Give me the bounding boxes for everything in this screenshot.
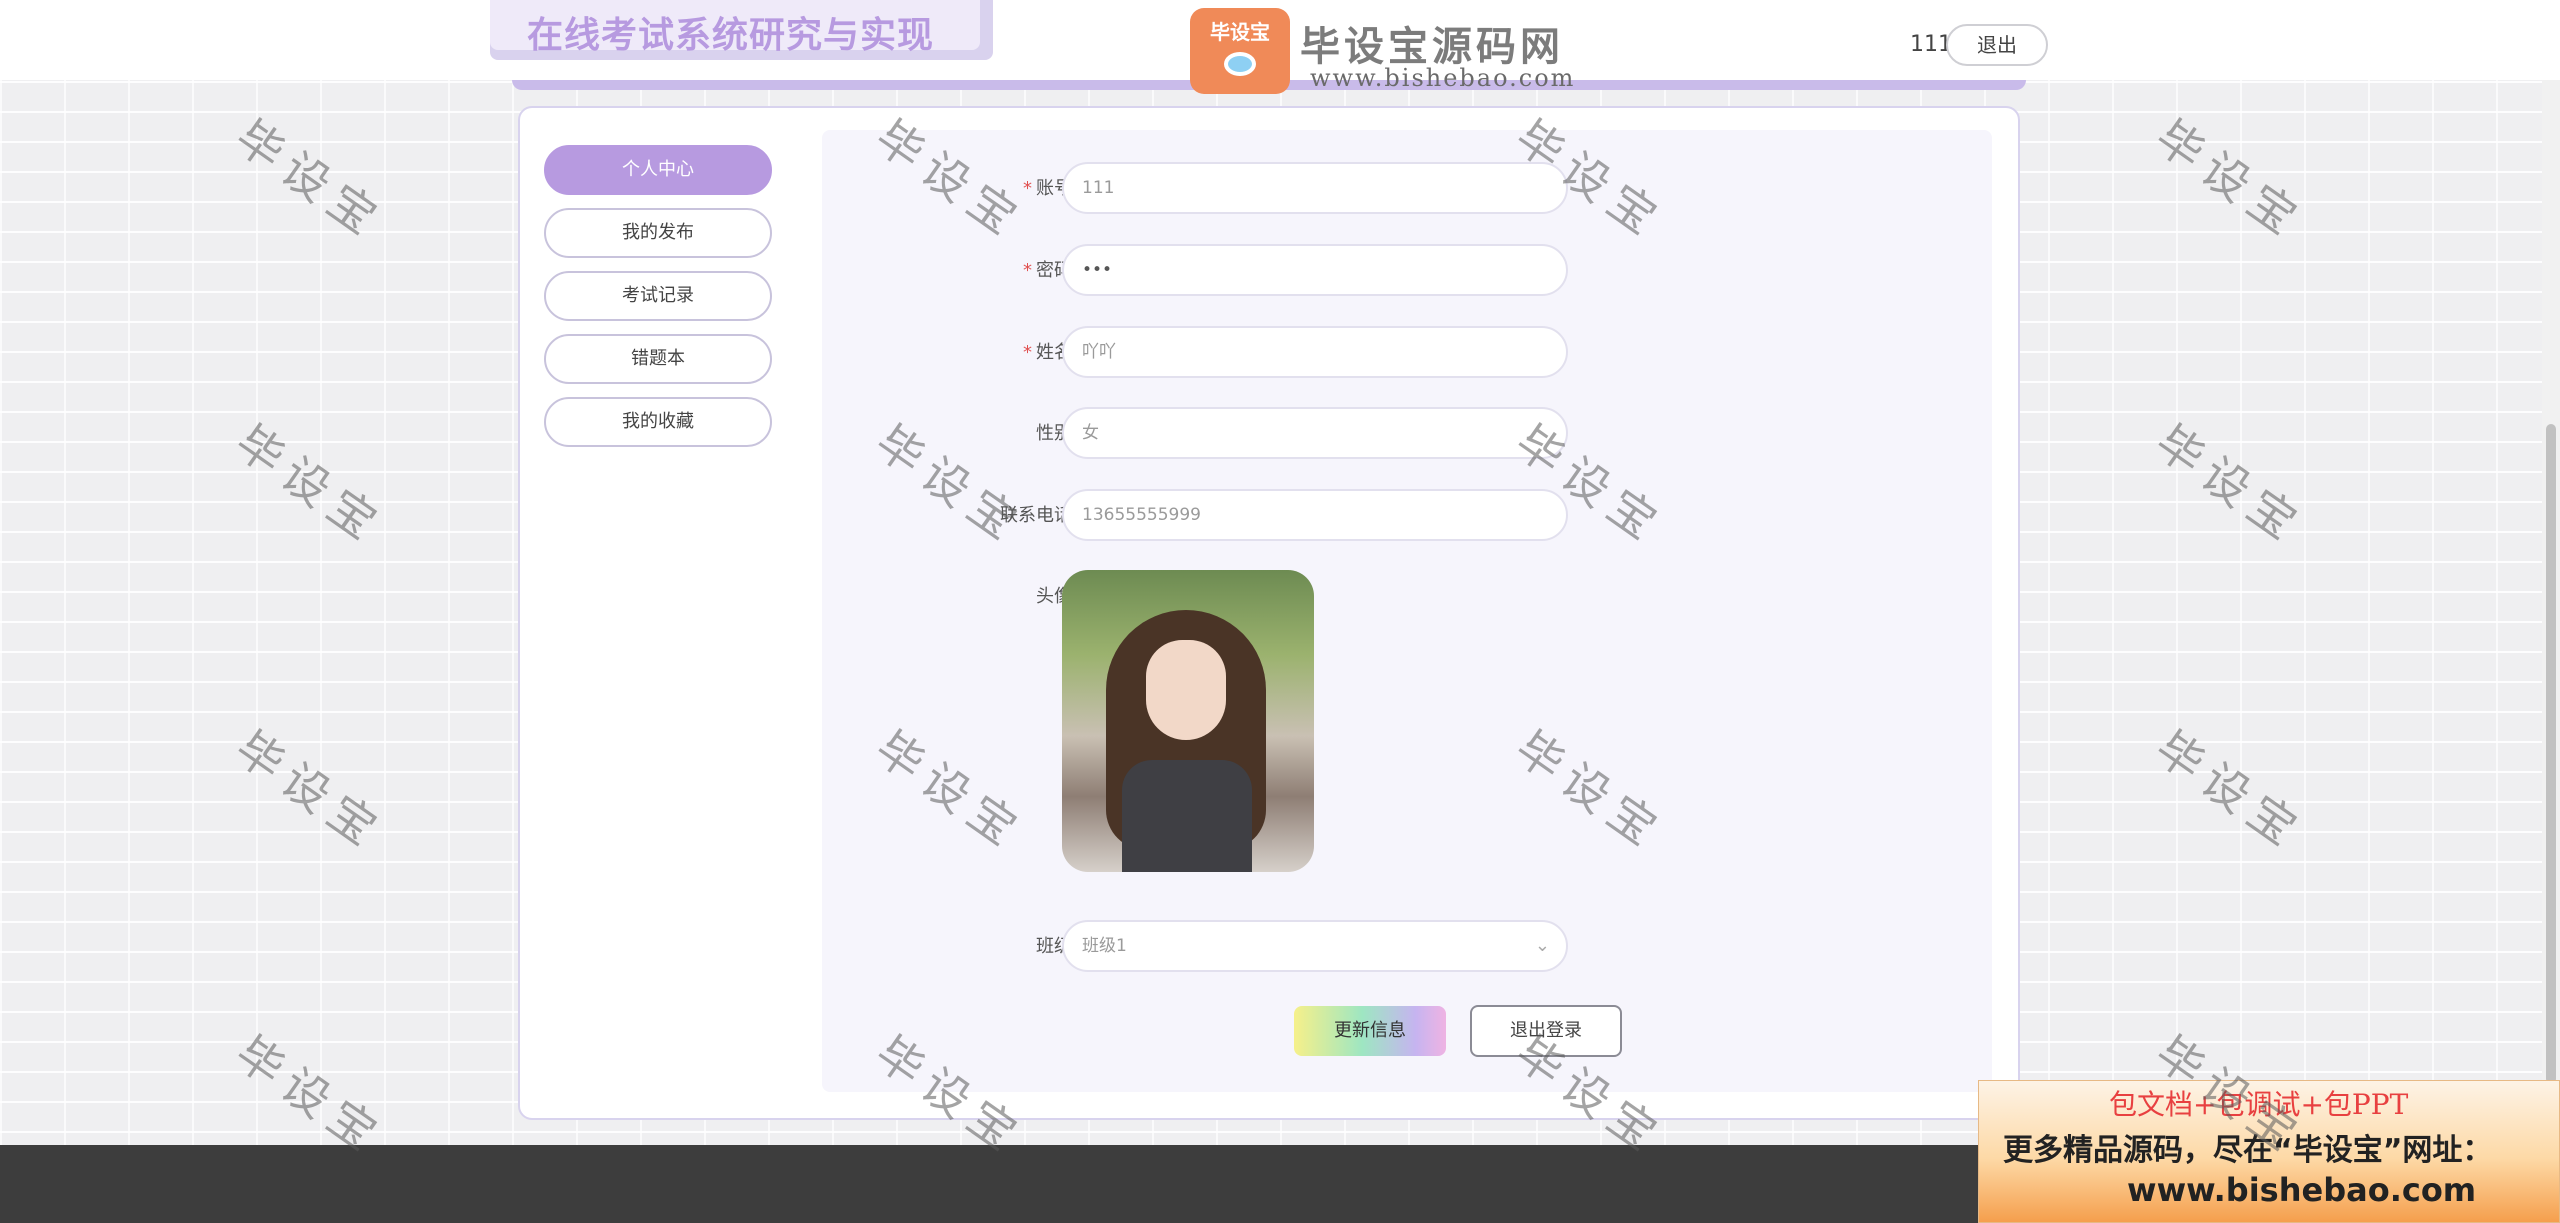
class-select[interactable]: 班级1 ⌄ — [1062, 920, 1568, 972]
update-info-button[interactable]: 更新信息 — [1294, 1006, 1446, 1056]
logo-url: www.bishebao.com — [1310, 64, 1576, 92]
sidebar-item-wrong-questions[interactable]: 错题本 — [544, 334, 772, 384]
form-row-name: * 姓名 吖吖 — [822, 326, 1992, 380]
phone-input[interactable]: 13655555999 — [1062, 489, 1568, 541]
avatar-image[interactable] — [1062, 570, 1314, 872]
sidebar-menu: 个人中心 我的发布 考试记录 错题本 我的收藏 — [544, 145, 772, 460]
sidebar-item-exam-records[interactable]: 考试记录 — [544, 271, 772, 321]
scrollbar-thumb[interactable] — [2546, 424, 2556, 1084]
site-title: 在线考试系统研究与实现 — [527, 15, 935, 56]
watermark: 毕设宝 — [2145, 720, 2315, 861]
profile-form: * 账号 111 * 密码 ••• * 姓名 吖吖 性别 女 联系电话 1365555… — [822, 130, 1992, 1092]
required-mark: * — [1023, 260, 1032, 281]
watermark: 毕设宝 — [225, 720, 395, 861]
sidebar-item-my-posts[interactable]: 我的发布 — [544, 208, 772, 258]
logo-badge-dot — [1224, 52, 1256, 76]
account-input[interactable]: 111 — [1062, 162, 1568, 214]
form-row-class: 班级 班级1 ⌄ — [822, 920, 1992, 974]
form-row-gender: 性别 女 — [822, 407, 1992, 461]
avatar-face — [1146, 640, 1226, 740]
class-select-value: 班级1 — [1082, 936, 1127, 956]
promo-banner[interactable]: 包文档+包调试+包PPT 更多精品源码，尽在“毕设宝”网址： www.bishe… — [1978, 1080, 2560, 1223]
watermark: 毕设宝 — [2145, 414, 2315, 555]
logo-badge-icon: 毕设宝 — [1190, 8, 1290, 94]
avatar-body — [1122, 760, 1252, 872]
page-scrollbar[interactable] — [2542, 0, 2560, 1145]
required-mark: * — [1023, 342, 1032, 363]
gender-input[interactable]: 女 — [1062, 407, 1568, 459]
form-row-phone: 联系电话 13655555999 — [822, 489, 1992, 543]
password-input[interactable]: ••• — [1062, 244, 1568, 296]
sidebar-item-personal-center[interactable]: 个人中心 — [544, 145, 772, 195]
form-row-account: * 账号 111 — [822, 162, 1992, 216]
promo-url: www.bishebao.com — [2127, 1171, 2477, 1209]
required-mark: * — [1023, 178, 1032, 199]
logo-badge-text: 毕设宝 — [1210, 20, 1270, 44]
chevron-down-icon: ⌄ — [1534, 935, 1550, 956]
form-row-avatar: 头像 — [822, 570, 1992, 624]
watermark: 毕设宝 — [225, 109, 395, 250]
sidebar-item-favorites[interactable]: 我的收藏 — [544, 397, 772, 447]
logout-account-button[interactable]: 退出登录 — [1470, 1005, 1622, 1057]
form-row-password: * 密码 ••• — [822, 244, 1992, 298]
title-tab: 在线考试系统研究与实现 — [490, 0, 980, 56]
logout-button[interactable]: 退出 — [1946, 24, 2048, 66]
bishebao-logo: 毕设宝 毕设宝源码网 www.bishebao.com — [1190, 8, 1573, 94]
promo-line-1: 包文档+包调试+包PPT — [2109, 1088, 2409, 1121]
promo-line-2: 更多精品源码，尽在“毕设宝”网址： — [2003, 1133, 2493, 1168]
watermark: 毕设宝 — [2145, 109, 2315, 250]
name-input[interactable]: 吖吖 — [1062, 326, 1568, 378]
watermark: 毕设宝 — [225, 414, 395, 555]
